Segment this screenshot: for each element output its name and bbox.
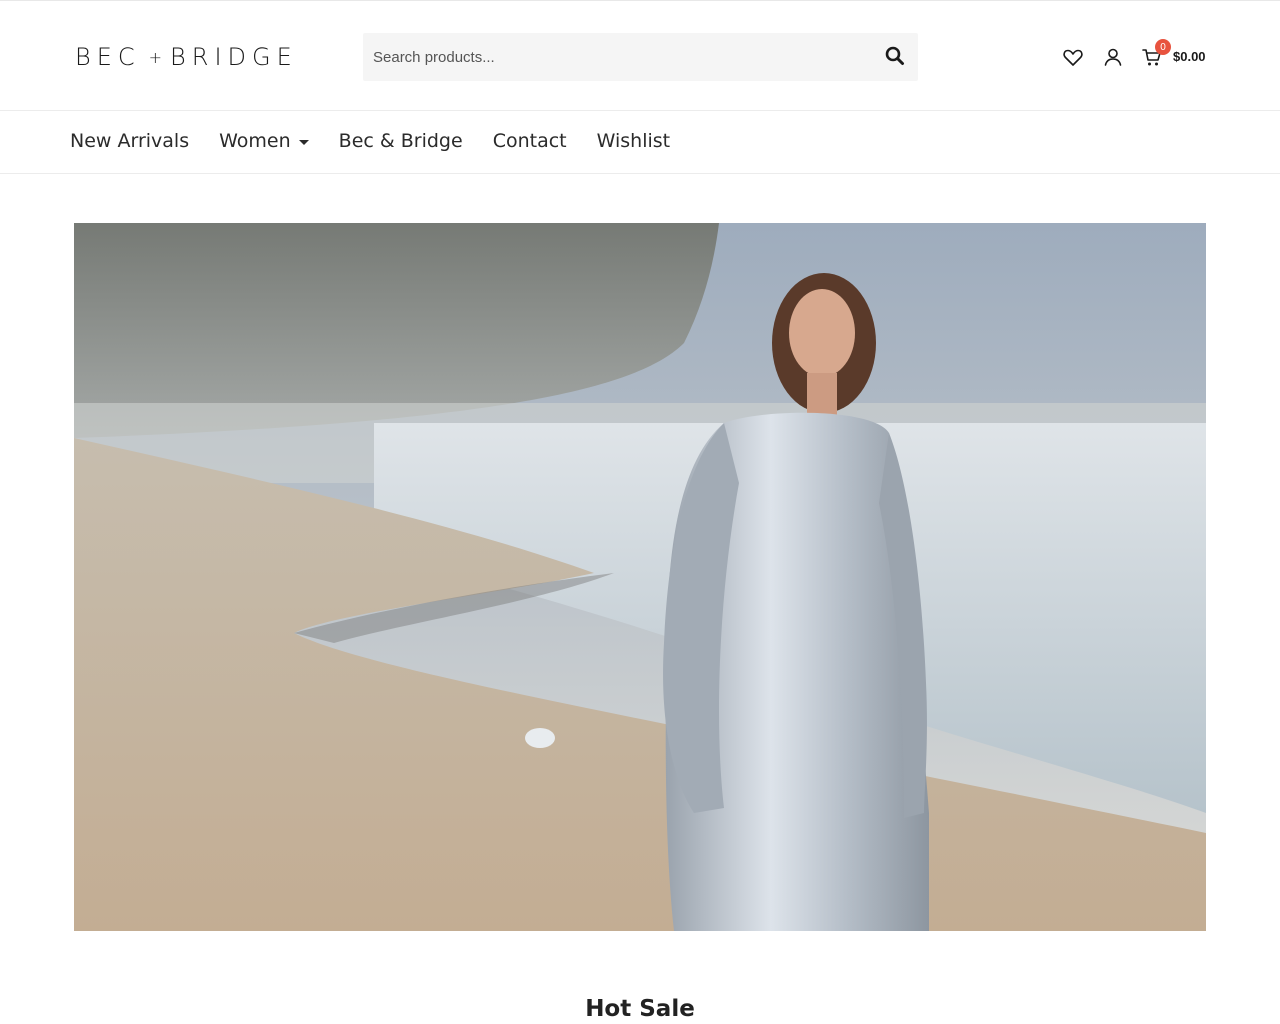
search-icon xyxy=(885,46,904,65)
main-nav: New Arrivals Women Bec & Bridge Contact … xyxy=(0,111,1280,174)
wishlist-button[interactable] xyxy=(1062,46,1084,68)
cart-total[interactable]: $0.00 xyxy=(1173,49,1206,64)
cart-count-badge: 0 xyxy=(1155,39,1171,55)
heart-icon xyxy=(1063,49,1083,66)
nav-item-label: Contact xyxy=(492,130,567,152)
logo-text-left: BEC xyxy=(75,43,141,71)
search-button[interactable] xyxy=(884,45,906,67)
nav-item-label: Bec & Bridge xyxy=(338,130,463,152)
search-input[interactable] xyxy=(363,33,863,81)
site-header: BEC + BRIDGE 0 $0.00 xyxy=(0,0,1280,111)
account-button[interactable] xyxy=(1102,46,1124,68)
nav-item-new-arrivals[interactable]: New Arrivals xyxy=(70,130,189,152)
search-bar xyxy=(363,33,918,81)
hero-photo-illustration xyxy=(74,223,1206,931)
logo[interactable]: BEC + BRIDGE xyxy=(75,41,298,73)
caret-down-icon xyxy=(298,139,309,145)
logo-plus: + xyxy=(148,47,163,67)
nav-item-wishlist[interactable]: Wishlist xyxy=(597,130,671,152)
nav-item-contact[interactable]: Contact xyxy=(493,130,567,152)
hero-banner-image[interactable] xyxy=(74,223,1206,931)
section-title-hot-sale: Hot Sale xyxy=(585,996,695,1022)
user-icon xyxy=(1104,48,1122,66)
nav-item-women[interactable]: Women xyxy=(219,130,309,152)
nav-item-bec-bridge[interactable]: Bec & Bridge xyxy=(339,130,463,152)
nav-item-label: Wishlist xyxy=(596,130,671,152)
nav-item-label: New Arrivals xyxy=(70,130,190,152)
nav-item-label: Women xyxy=(219,130,291,152)
logo-text-right: BRIDGE xyxy=(170,43,298,71)
